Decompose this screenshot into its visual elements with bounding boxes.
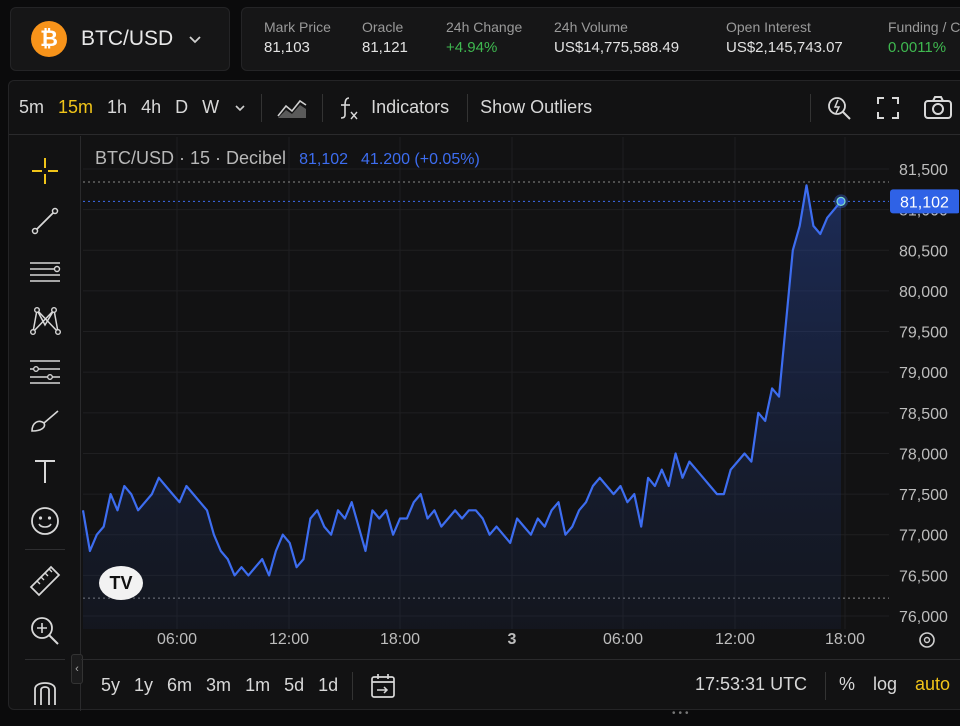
chart-panel: 5m 15m 1h 4h D W Indicators Show Outlier… [8,80,960,711]
y-tick-label: 77,500 [899,487,948,504]
stat-mark-price: Mark Price 81,103 [264,19,331,56]
log-scale-toggle[interactable]: log [873,674,897,695]
range-1d[interactable]: 1d [318,675,338,696]
range-3m[interactable]: 3m [206,675,231,696]
legend-last-price: 81,102 [299,151,349,168]
last-point-dot [836,196,846,206]
y-tick-label: 78,000 [899,446,948,463]
range-1m[interactable]: 1m [245,675,270,696]
stat-open-interest: Open Interest US$2,145,743.07 [726,19,843,56]
pair-selector[interactable]: ₿ BTC/USD [10,7,230,71]
y-tick-label: 79,500 [899,325,948,342]
auto-scale-toggle[interactable]: auto [915,674,950,695]
market-header: ₿ BTC/USD Mark Price 81,103 Oracle 81,12… [0,0,960,80]
x-tick-label: 12:00 [269,631,309,648]
price-tag-label: 81,102 [900,194,949,211]
last-price-marker [834,194,848,209]
tradingview-logo-icon[interactable]: TV [99,566,143,600]
y-tick-label: 79,000 [899,365,948,382]
x-tick-label: 3 [508,631,517,648]
goto-date-icon[interactable] [369,672,397,700]
price-area [83,185,841,630]
range-6m[interactable]: 6m [167,675,192,696]
magnet-icon [34,682,56,705]
chevron-down-icon [189,36,201,44]
y-tick-label: 77,000 [899,528,948,545]
y-tick-label: 78,500 [899,406,948,423]
price-tag: 81,102 [890,189,959,214]
stat-funding: Funding / C 0.0011% [888,19,960,56]
legend-change: 41.200 (+0.05%) [361,151,480,168]
bitcoin-icon: ₿ [31,21,67,57]
magnet-tool[interactable] [27,673,63,709]
pair-symbol: BTC/USD [81,27,174,50]
page-footer-strip [0,712,960,726]
x-axis-labels: 06:00 12:00 18:00 3 06:00 12:00 18:00 [157,631,865,648]
x-tick-label: 18:00 [380,631,420,648]
gear-icon-center [923,636,931,644]
y-tick-label: 81,500 [899,162,948,179]
range-5d[interactable]: 5d [284,675,304,696]
y-tick-label: 80,500 [899,243,948,260]
axis-settings-icon[interactable] [919,632,935,648]
resize-handle[interactable]: ••• [672,708,692,719]
market-stats: Mark Price 81,103 Oracle 81,121 24h Chan… [241,7,960,71]
y-tick-label: 76,000 [899,609,948,626]
stat-24h-volume: 24h Volume US$14,775,588.49 [554,19,680,56]
utc-clock[interactable]: 17:53:31 UTC [695,674,807,695]
y-axis-labels: 81,50081,00080,50080,00079,50079,00078,5… [899,162,948,626]
bottombar-divider [825,672,826,700]
range-1y[interactable]: 1y [134,675,153,696]
x-tick-label: 12:00 [715,631,755,648]
legend-title: BTC/USD · 15 · Decibel [95,148,287,168]
x-tick-label: 06:00 [157,631,197,648]
x-tick-label: 18:00 [825,631,865,648]
bottombar-divider [352,671,354,700]
percent-scale-toggle[interactable]: % [839,674,855,695]
stat-24h-change: 24h Change +4.94% [446,19,523,56]
range-5y[interactable]: 5y [101,675,120,696]
chart-bottombar: 5y 1y 6m 3m 1m 5d 1d 17:53:31 UTC % log … [81,659,960,711]
stat-oracle: Oracle 81,121 [362,19,408,56]
chart-legend: BTC/USD · 15 · Decibel 81,102 41.200 (+0… [95,148,480,169]
y-tick-label: 80,000 [899,284,948,301]
y-tick-label: 76,500 [899,568,948,585]
x-tick-label: 06:00 [603,631,643,648]
gear-icon [919,632,935,648]
